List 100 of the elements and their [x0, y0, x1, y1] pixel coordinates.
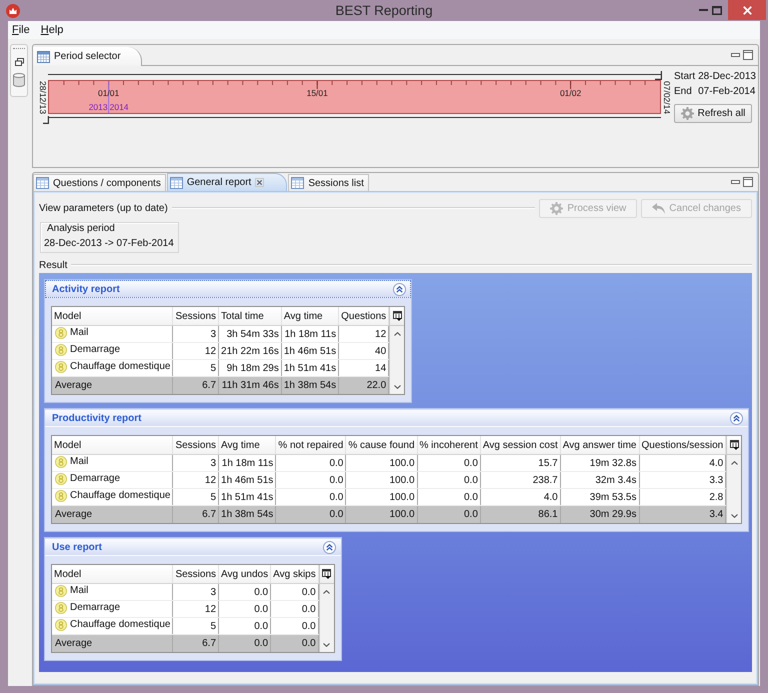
scrollbar[interactable]	[320, 584, 334, 652]
column-header[interactable]: Sessions	[172, 307, 219, 326]
table-cell: 40	[338, 342, 389, 360]
average-cell: 6.7	[172, 634, 219, 652]
scroll-down-icon[interactable]	[394, 385, 401, 389]
refresh-button[interactable]: Refresh all	[674, 104, 752, 123]
timeline-bar[interactable]: 01/01 15/01 01/02 2013 2014	[48, 80, 661, 114]
start-label: Start	[674, 71, 696, 82]
start-date-label: 28/12/13	[38, 80, 47, 114]
column-chooser-icon[interactable]	[322, 569, 332, 579]
column-header[interactable]: Avg answer time	[560, 436, 639, 454]
column-header[interactable]: Sessions	[172, 565, 219, 584]
scroll-down-icon[interactable]	[323, 643, 330, 647]
model-name: Demarrage	[70, 602, 120, 613]
restore-icon[interactable]	[14, 58, 24, 66]
scroll-up-icon[interactable]	[730, 461, 738, 465]
undo-icon	[652, 202, 666, 214]
close-icon	[742, 6, 752, 14]
average-cell: Average	[52, 506, 173, 523]
collapse-icon[interactable]	[730, 412, 744, 424]
database-icon[interactable]	[13, 73, 25, 87]
table-cell: 3.3	[639, 472, 726, 488]
column-header[interactable]: Avg time	[281, 307, 339, 326]
table-cell: 1h 18m 11s	[281, 326, 339, 342]
model-name: Chauffage domestique	[70, 490, 170, 501]
table-cell: 100.0	[346, 454, 418, 472]
table-cell: 0.0	[270, 584, 318, 600]
column-header[interactable]: Avg session cost	[480, 436, 560, 454]
scroll-down-icon[interactable]	[730, 514, 738, 518]
column-header[interactable]: Sessions	[172, 436, 219, 454]
table-cell: 0.0	[276, 454, 346, 472]
average-cell: 6.7	[172, 506, 219, 523]
report-header[interactable]: Productivity report	[45, 409, 748, 427]
close-icon[interactable]	[255, 178, 264, 187]
menu-item[interactable]: Help	[40, 24, 64, 36]
table-cell: 19m 32.8s	[560, 454, 639, 472]
circle-eight-icon	[55, 326, 67, 338]
column-header[interactable]: % not repaired	[276, 436, 346, 454]
scrollbar[interactable]	[390, 326, 404, 394]
circle-eight-icon	[55, 456, 67, 468]
column-header[interactable]: Questions/session	[639, 436, 726, 454]
gear-icon	[550, 202, 564, 214]
year-label: 2013	[88, 102, 109, 112]
average-cell: 22.0	[338, 376, 389, 394]
minimize-icon[interactable]	[731, 180, 740, 184]
column-header[interactable]: Model	[52, 436, 173, 454]
model-name: Demarrage	[70, 344, 120, 355]
collapse-icon[interactable]	[322, 540, 336, 554]
range-handle[interactable]	[43, 116, 49, 124]
column-header[interactable]: Total time	[218, 307, 282, 326]
table-cell: 0.0	[270, 600, 318, 618]
table-cell: 1h 46m 51s	[281, 342, 339, 360]
scroll-up-icon[interactable]	[394, 332, 401, 336]
average-cell: 0.0	[218, 634, 271, 652]
column-header[interactable]: Avg time	[218, 436, 276, 454]
scrollbar[interactable]	[727, 455, 742, 523]
report-header[interactable]: Activity report	[45, 280, 412, 298]
menu-item[interactable]: File	[12, 24, 30, 36]
table-cell: 32m 3.4s	[560, 472, 639, 488]
table-cell: 15.7	[480, 454, 560, 472]
section-label: View parameters (up to date)	[39, 202, 168, 214]
report-header[interactable]: Use report	[45, 538, 341, 556]
analysis-period-value: 28-Dec-2013 -> 07-Feb-2014	[44, 238, 174, 249]
end-date-label: 07/02/14	[662, 80, 671, 114]
average-cell: 1h 38m 54s	[281, 376, 339, 394]
model-name: Chauffage domestique	[70, 619, 170, 630]
circle-eight-icon	[55, 490, 67, 502]
column-chooser-icon[interactable]	[392, 311, 402, 321]
column-header[interactable]: Model	[52, 565, 173, 584]
column-header[interactable]: % cause found	[346, 436, 418, 454]
close-button[interactable]	[728, 0, 766, 20]
maximize-icon[interactable]	[743, 50, 753, 60]
report-title: Use report	[52, 542, 102, 552]
report-tab[interactable]: General report	[166, 173, 288, 191]
range-handle[interactable]	[655, 71, 662, 80]
scroll-up-icon[interactable]	[323, 590, 330, 594]
report-tab[interactable]: Sessions list	[288, 174, 369, 191]
column-header[interactable]: Model	[52, 307, 173, 326]
model-name: Mail	[70, 456, 88, 467]
column-chooser-icon[interactable]	[730, 440, 739, 450]
view-tab[interactable]: Period selector	[33, 47, 142, 66]
gear-icon	[680, 107, 694, 120]
minimize-icon[interactable]	[731, 52, 740, 58]
average-cell: 30m 29.9s	[560, 506, 639, 523]
column-header[interactable]: Avg skips	[270, 565, 318, 584]
table-cell: 238.7	[480, 472, 560, 488]
table-cell: 12	[172, 600, 219, 618]
maximize-icon[interactable]	[743, 177, 753, 187]
collapse-icon[interactable]	[393, 282, 406, 296]
column-header[interactable]: Avg undos	[218, 565, 271, 584]
calendar-icon	[37, 50, 50, 62]
table-cell: 0.0	[276, 472, 346, 488]
column-header[interactable]: Questions	[338, 307, 389, 326]
table-cell: 0.0	[218, 600, 271, 618]
table-cell: 0.0	[417, 472, 480, 488]
start-date: 28-Dec-2013	[698, 71, 756, 82]
report-tab[interactable]: Questions / components	[33, 174, 166, 191]
column-header[interactable]: % incoherent	[417, 436, 480, 454]
table-icon	[291, 177, 304, 189]
table-cell: 12	[172, 472, 219, 488]
